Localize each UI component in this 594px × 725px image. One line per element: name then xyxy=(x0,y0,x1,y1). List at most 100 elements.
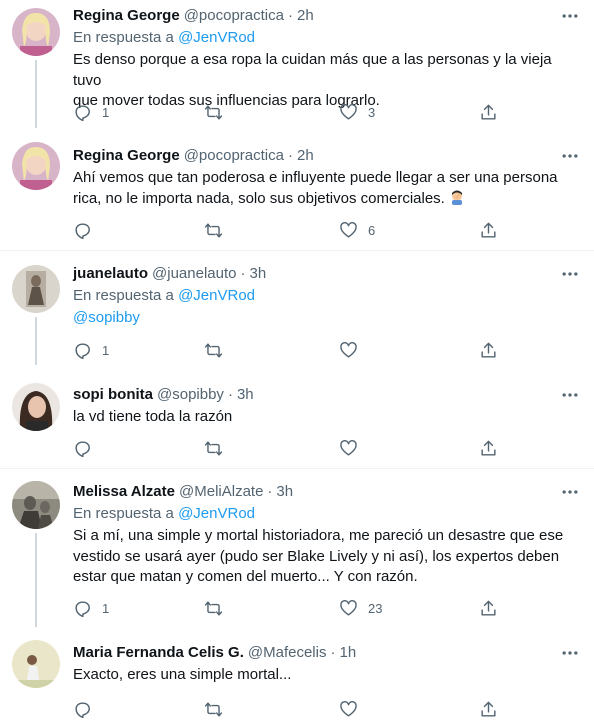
mention-link[interactable]: @sopibby xyxy=(73,309,140,326)
retweet-icon xyxy=(204,600,223,616)
more-options-icon[interactable] xyxy=(560,264,580,284)
author-handle[interactable]: @pocopractica xyxy=(184,6,284,26)
tweet-text-line: rica, no le importa nada, solo sus objet… xyxy=(73,189,445,207)
share-button[interactable] xyxy=(479,340,498,360)
tweet-text-line: estar que matan y comen del muerto... Y … xyxy=(73,568,418,585)
reply-mention-link[interactable]: @JenVRod xyxy=(178,505,255,522)
author-name[interactable]: Maria Fernanda Celis G. xyxy=(73,643,244,663)
tweet-header: Melissa Alzate @MeliAlzate · 3h xyxy=(73,482,580,502)
tweet-mafecelis[interactable]: Maria Fernanda Celis G. @Mafecelis · 1h … xyxy=(0,627,594,725)
more-options-icon[interactable] xyxy=(560,482,580,502)
avatar[interactable] xyxy=(12,265,60,313)
tweet-text-line: la vd tiene toda la razón xyxy=(73,408,233,425)
share-button[interactable] xyxy=(479,598,498,618)
timestamp[interactable]: 3h xyxy=(276,482,293,502)
share-button[interactable] xyxy=(479,220,498,240)
reply-count: 1 xyxy=(102,104,110,120)
tweet-header: juanelauto @juanelauto · 3h xyxy=(73,264,580,284)
avatar[interactable] xyxy=(12,481,60,529)
author-name[interactable]: juanelauto xyxy=(73,264,148,284)
author-handle[interactable]: @MeliAlzate xyxy=(179,482,263,502)
author-handle[interactable]: @Mafecelis xyxy=(248,643,327,663)
share-icon xyxy=(481,104,496,120)
reply-button[interactable] xyxy=(73,699,102,719)
conversation-timeline: Regina George @pocopractica · 2h En resp… xyxy=(0,0,594,725)
timestamp[interactable]: 1h xyxy=(339,643,356,663)
separator-dot: · xyxy=(287,147,293,164)
like-button[interactable] xyxy=(339,340,368,360)
retweet-button[interactable] xyxy=(204,102,233,122)
share-button[interactable] xyxy=(479,102,498,122)
share-button[interactable] xyxy=(479,438,498,458)
retweet-button[interactable] xyxy=(204,699,233,719)
more-options-icon[interactable] xyxy=(560,146,580,166)
tweet-juanelauto[interactable]: juanelauto @juanelauto · 3h En respuesta… xyxy=(0,251,594,365)
avatar[interactable] xyxy=(12,142,60,190)
tweet-body: sopi bonita @sopibby · 3h la vd tiene to… xyxy=(73,385,580,428)
reply-prefix: En respuesta a xyxy=(73,29,174,46)
reply-icon xyxy=(75,701,90,718)
author-handle[interactable]: @sopibby xyxy=(157,385,224,405)
tweet-text-line: vestido se usará ayer (pudo ser Blake Li… xyxy=(73,547,560,565)
separator-dot: · xyxy=(330,644,336,661)
retweet-button[interactable] xyxy=(204,598,233,618)
like-button[interactable] xyxy=(339,438,368,458)
more-options-icon[interactable] xyxy=(560,643,580,663)
tweet-text: Si a mí, una simple y mortal historiador… xyxy=(73,526,580,588)
reply-button[interactable] xyxy=(73,220,102,240)
author-handle[interactable]: @pocopractica xyxy=(184,146,284,166)
retweet-button[interactable] xyxy=(204,438,233,458)
retweet-icon xyxy=(204,222,223,238)
reply-mention-link[interactable]: @JenVRod xyxy=(178,29,255,46)
retweet-icon xyxy=(204,440,223,456)
reply-mention-link[interactable]: @JenVRod xyxy=(178,287,255,304)
tweet-text: la vd tiene toda la razón xyxy=(73,407,580,428)
tweet-text-line: Ahí vemos que tan poderosa e influyente … xyxy=(73,169,558,186)
thread-line xyxy=(35,60,37,128)
more-options-icon[interactable] xyxy=(560,6,580,26)
reply-context: En respuesta a @JenVRod xyxy=(73,28,580,48)
heart-icon xyxy=(340,103,357,120)
timestamp[interactable]: 2h xyxy=(297,146,314,166)
reply-button[interactable]: 1 xyxy=(73,598,109,618)
man-facepalming-emoji xyxy=(452,190,463,205)
reply-icon xyxy=(75,104,90,121)
tweet-body: juanelauto @juanelauto · 3h En respuesta… xyxy=(73,264,580,329)
tweet-actions xyxy=(73,438,503,458)
like-button[interactable] xyxy=(339,699,368,719)
avatar[interactable] xyxy=(12,383,60,431)
retweet-icon xyxy=(204,342,223,358)
tweet-regina-1[interactable]: Regina George @pocopractica · 2h En resp… xyxy=(0,0,594,128)
separator-dot: · xyxy=(267,483,273,500)
like-button[interactable]: 6 xyxy=(339,220,375,240)
tweet-regina-2[interactable]: Regina George @pocopractica · 2h Ahí vem… xyxy=(0,128,594,250)
author-name[interactable]: Regina George xyxy=(73,146,180,166)
like-count: 3 xyxy=(368,104,376,120)
tweet-body: Regina George @pocopractica · 2h En resp… xyxy=(73,6,580,112)
retweet-button[interactable] xyxy=(204,340,233,360)
author-handle[interactable]: @juanelauto xyxy=(152,264,236,284)
timestamp[interactable]: 2h xyxy=(297,6,314,26)
tweet-text: @sopibby xyxy=(73,308,580,329)
separator-dot: · xyxy=(227,386,233,403)
timestamp[interactable]: 3h xyxy=(249,264,266,284)
author-name[interactable]: Regina George xyxy=(73,6,180,26)
author-name[interactable]: Melissa Alzate xyxy=(73,482,175,502)
like-button[interactable]: 3 xyxy=(339,102,375,122)
heart-icon xyxy=(340,599,357,616)
timestamp[interactable]: 3h xyxy=(237,385,254,405)
avatar[interactable] xyxy=(12,640,60,688)
reply-button[interactable]: 1 xyxy=(73,102,109,122)
tweet-melialzate[interactable]: Melissa Alzate @MeliAlzate · 3h En respu… xyxy=(0,469,594,627)
reply-button[interactable]: 1 xyxy=(73,340,109,360)
share-button[interactable] xyxy=(479,699,498,719)
avatar[interactable] xyxy=(12,8,60,56)
author-name[interactable]: sopi bonita xyxy=(73,385,153,405)
like-button[interactable]: 23 xyxy=(339,598,382,618)
reply-context: En respuesta a @JenVRod xyxy=(73,286,580,306)
retweet-button[interactable] xyxy=(204,220,233,240)
tweet-body: Regina George @pocopractica · 2h Ahí vem… xyxy=(73,146,580,209)
tweet-sopibby[interactable]: sopi bonita @sopibby · 3h la vd tiene to… xyxy=(0,365,594,468)
more-options-icon[interactable] xyxy=(560,385,580,405)
reply-button[interactable] xyxy=(73,438,102,458)
